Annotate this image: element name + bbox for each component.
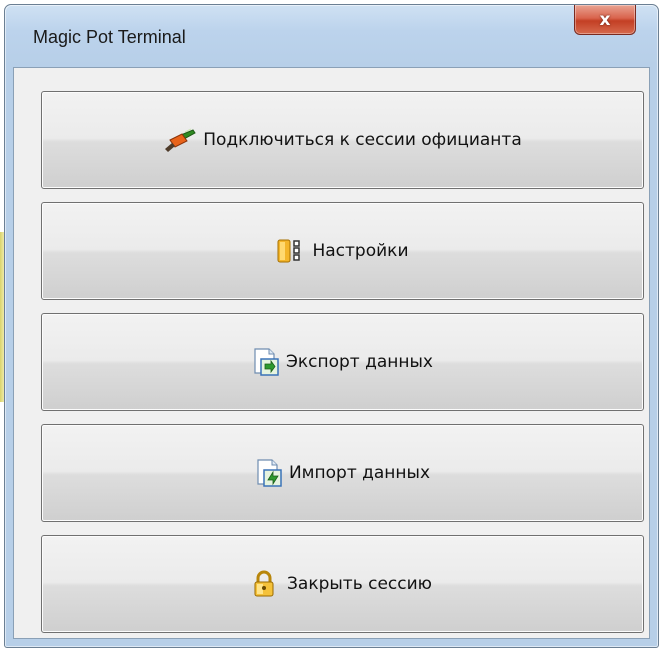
- window-title: Magic Pot Terminal: [33, 27, 186, 47]
- close-button[interactable]: x: [574, 5, 636, 35]
- close-icon: x: [599, 9, 611, 30]
- import-data-button[interactable]: Импорт данных: [41, 424, 644, 522]
- import-icon: [255, 458, 283, 488]
- app-window: Magic Pot Terminal x Подключиться к сесс…: [4, 4, 659, 648]
- close-session-label: Закрыть сессию: [287, 574, 432, 594]
- title-bar[interactable]: Magic Pot Terminal x: [5, 5, 658, 67]
- plug-icon: [163, 127, 197, 153]
- close-session-button[interactable]: Закрыть сессию: [41, 535, 644, 633]
- main-panel: Подключиться к сессии официанта Настройк…: [13, 67, 650, 639]
- export-data-button[interactable]: Экспорт данных: [41, 313, 644, 411]
- connect-waiter-session-button[interactable]: Подключиться к сессии официанта: [41, 91, 644, 189]
- settings-button[interactable]: Настройки: [41, 202, 644, 300]
- connect-waiter-session-label: Подключиться к сессии официанта: [203, 130, 522, 150]
- lock-icon: [253, 570, 275, 598]
- export-icon: [252, 347, 280, 377]
- export-data-label: Экспорт данных: [286, 352, 433, 372]
- settings-label: Настройки: [312, 241, 409, 261]
- import-data-label: Импорт данных: [288, 463, 431, 483]
- settings-icon: [276, 237, 306, 265]
